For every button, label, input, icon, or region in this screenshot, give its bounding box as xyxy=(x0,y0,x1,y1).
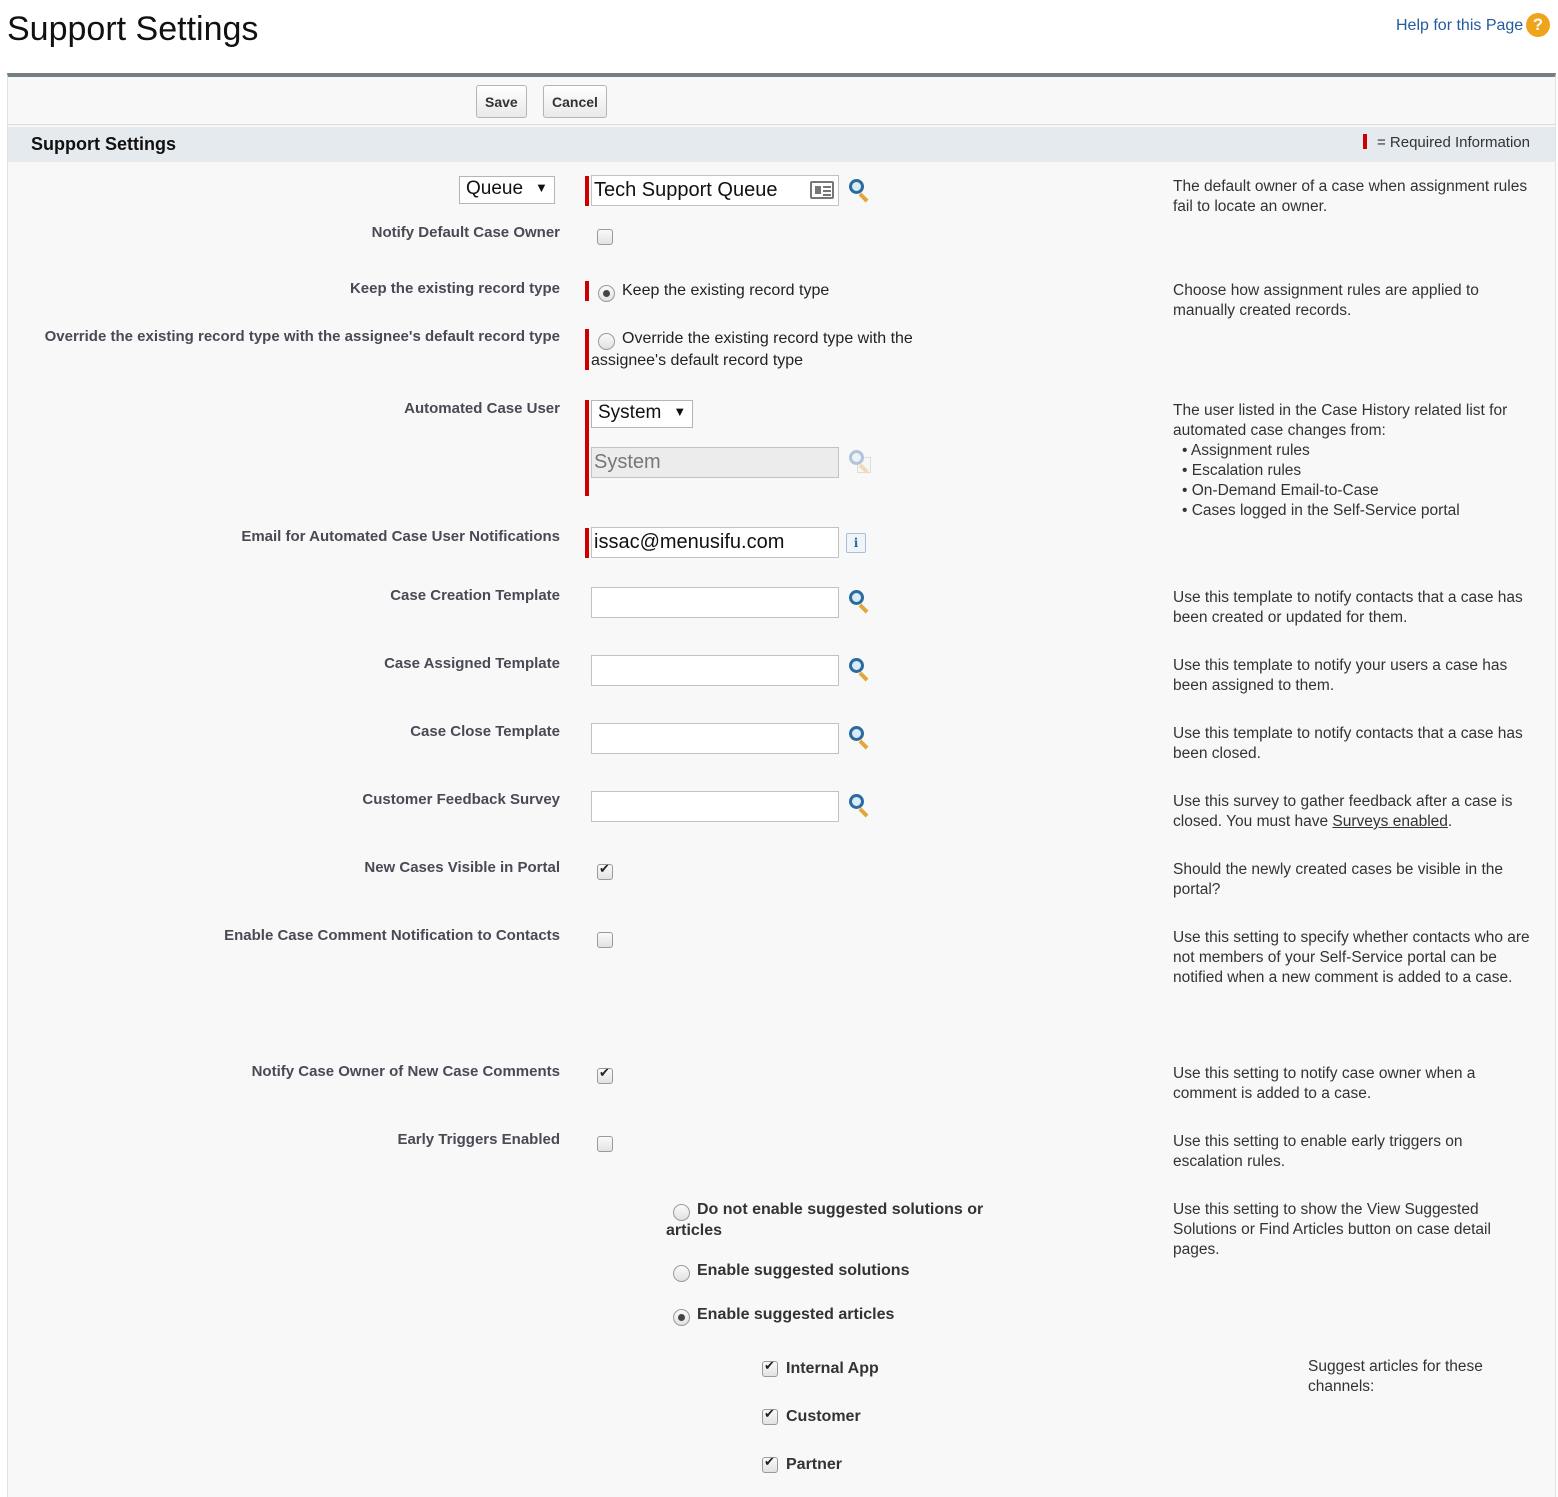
required-bar xyxy=(585,281,589,301)
early-triggers-checkbox[interactable] xyxy=(597,1136,613,1152)
required-legend: = Required Information xyxy=(1362,134,1530,151)
section-header: Support Settings = Required Information xyxy=(8,127,1555,162)
new-cases-visible-label: New Cases Visible in Portal xyxy=(364,859,560,876)
automated-case-user-label: Automated Case User xyxy=(404,400,560,417)
list-item: On-Demand Email-to-Case xyxy=(1182,481,1533,501)
notify-default-owner-checkbox[interactable] xyxy=(597,229,613,245)
suggested-solutions-radio[interactable] xyxy=(673,1265,690,1282)
automated-user-type-value: System xyxy=(598,402,662,423)
comment-notification-help: Use this setting to specify whether cont… xyxy=(1173,929,1530,986)
case-close-template-input[interactable] xyxy=(591,723,839,754)
owner-type-value: Queue xyxy=(466,178,524,199)
channel-customer-label: Customer xyxy=(786,1408,861,1425)
case-assigned-template-label: Case Assigned Template xyxy=(384,655,560,672)
default-owner-input[interactable] xyxy=(591,175,839,206)
automated-user-lookup-icon xyxy=(847,449,873,475)
surveys-enabled-link[interactable]: Surveys enabled xyxy=(1332,813,1447,830)
notify-default-owner-label: Notify Default Case Owner xyxy=(371,224,560,241)
record-type-help: Choose how assignment rules are applied … xyxy=(1173,282,1479,319)
automated-email-input[interactable] xyxy=(591,527,839,558)
survey-lookup-icon[interactable] xyxy=(847,793,873,819)
case-creation-template-input[interactable] xyxy=(591,587,839,618)
required-bar-icon xyxy=(1362,134,1367,149)
button-row: Save Cancel xyxy=(8,77,1555,125)
early-triggers-help: Use this setting to enable early trigger… xyxy=(1173,1133,1463,1170)
suggested-articles-option: Enable suggested articles xyxy=(697,1306,895,1323)
section-title: Support Settings xyxy=(31,134,176,154)
case-assigned-template-input[interactable] xyxy=(591,655,839,686)
required-bar xyxy=(585,528,589,558)
suggested-help: Use this setting to show the View Sugges… xyxy=(1173,1201,1491,1258)
required-bar xyxy=(585,176,589,206)
case-creation-lookup-icon[interactable] xyxy=(847,589,873,615)
owner-lookup-icon[interactable] xyxy=(847,178,873,204)
keep-record-type-label: Keep the existing record type xyxy=(349,280,560,297)
automated-email-label: Email for Automated Case User Notificati… xyxy=(241,528,560,545)
required-bar xyxy=(585,400,589,496)
notify-owner-comments-help: Use this setting to notify case owner wh… xyxy=(1173,1065,1476,1102)
new-cases-visible-help: Should the newly created cases be visibl… xyxy=(1173,861,1504,898)
new-cases-visible-checkbox[interactable] xyxy=(597,862,613,880)
channels-help: Suggest articles for these channels: xyxy=(1308,1358,1483,1395)
help-question-icon[interactable]: ? xyxy=(1526,13,1550,37)
help-for-page-link[interactable]: Help for this Page xyxy=(1396,17,1523,35)
override-record-type-label: Override the existing record type with t… xyxy=(44,328,560,345)
case-close-template-label: Case Close Template xyxy=(410,723,560,740)
dropdown-arrow-icon: ▼ xyxy=(673,404,687,419)
comment-notification-checkbox[interactable] xyxy=(597,932,613,948)
owner-type-select[interactable]: Queue ▼ xyxy=(459,176,555,204)
automated-user-help: The user listed in the Case History rela… xyxy=(1173,401,1533,521)
case-assigned-lookup-icon[interactable] xyxy=(847,657,873,683)
automated-user-help-list: Assignment rules Escalation rules On-Dem… xyxy=(1173,441,1533,521)
channel-internal-app-checkbox[interactable] xyxy=(762,1359,778,1377)
survey-help: Use this survey to gather feedback after… xyxy=(1173,792,1533,832)
automated-user-type-select[interactable]: System ▼ xyxy=(591,400,693,428)
override-record-type-option: Override the existing record type with t… xyxy=(591,330,913,369)
dropdown-arrow-icon: ▼ xyxy=(535,180,548,195)
early-triggers-label: Early Triggers Enabled xyxy=(397,1131,560,1148)
keep-record-type-radio[interactable] xyxy=(598,285,615,302)
case-close-help: Use this template to notify contacts tha… xyxy=(1173,725,1523,762)
list-item: Cases logged in the Self-Service portal xyxy=(1182,501,1533,521)
save-button[interactable]: Save xyxy=(476,85,527,118)
customer-feedback-survey-input[interactable] xyxy=(591,791,839,822)
automated-user-input xyxy=(591,447,839,478)
survey-help-suffix: . xyxy=(1447,813,1453,830)
suggested-none-option: Do not enable suggested solutions or art… xyxy=(666,1201,984,1239)
required-legend-text: = Required Information xyxy=(1376,134,1530,151)
cancel-button[interactable]: Cancel xyxy=(543,85,607,118)
required-bar xyxy=(585,329,589,370)
suggested-solutions-option: Enable suggested solutions xyxy=(697,1262,910,1279)
case-creation-template-label: Case Creation Template xyxy=(390,587,560,604)
channel-customer-checkbox[interactable] xyxy=(762,1407,778,1425)
channel-partner-label: Partner xyxy=(786,1456,843,1473)
notify-owner-comments-label: Notify Case Owner of New Case Comments xyxy=(251,1063,560,1080)
list-item: Assignment rules xyxy=(1182,441,1533,461)
case-assigned-help: Use this template to notify your users a… xyxy=(1173,657,1508,694)
automated-user-help-intro: The user listed in the Case History rela… xyxy=(1173,402,1508,439)
channel-partner-checkbox[interactable] xyxy=(762,1455,778,1473)
info-icon[interactable]: i xyxy=(846,533,866,553)
customer-feedback-survey-label: Customer Feedback Survey xyxy=(362,791,560,808)
channel-internal-app-label: Internal App xyxy=(786,1360,879,1377)
default-owner-help: The default owner of a case when assignm… xyxy=(1173,178,1528,215)
case-close-lookup-icon[interactable] xyxy=(847,725,873,751)
contact-card-icon[interactable] xyxy=(810,181,834,199)
page-title: Support Settings xyxy=(7,10,259,48)
case-creation-help: Use this template to notify contacts tha… xyxy=(1173,589,1523,626)
keep-record-type-option: Keep the existing record type xyxy=(622,282,830,299)
suggested-articles-radio[interactable] xyxy=(673,1309,690,1326)
notify-owner-comments-checkbox[interactable] xyxy=(597,1066,613,1084)
comment-notification-label: Enable Case Comment Notification to Cont… xyxy=(224,927,560,944)
list-item: Escalation rules xyxy=(1182,461,1533,481)
